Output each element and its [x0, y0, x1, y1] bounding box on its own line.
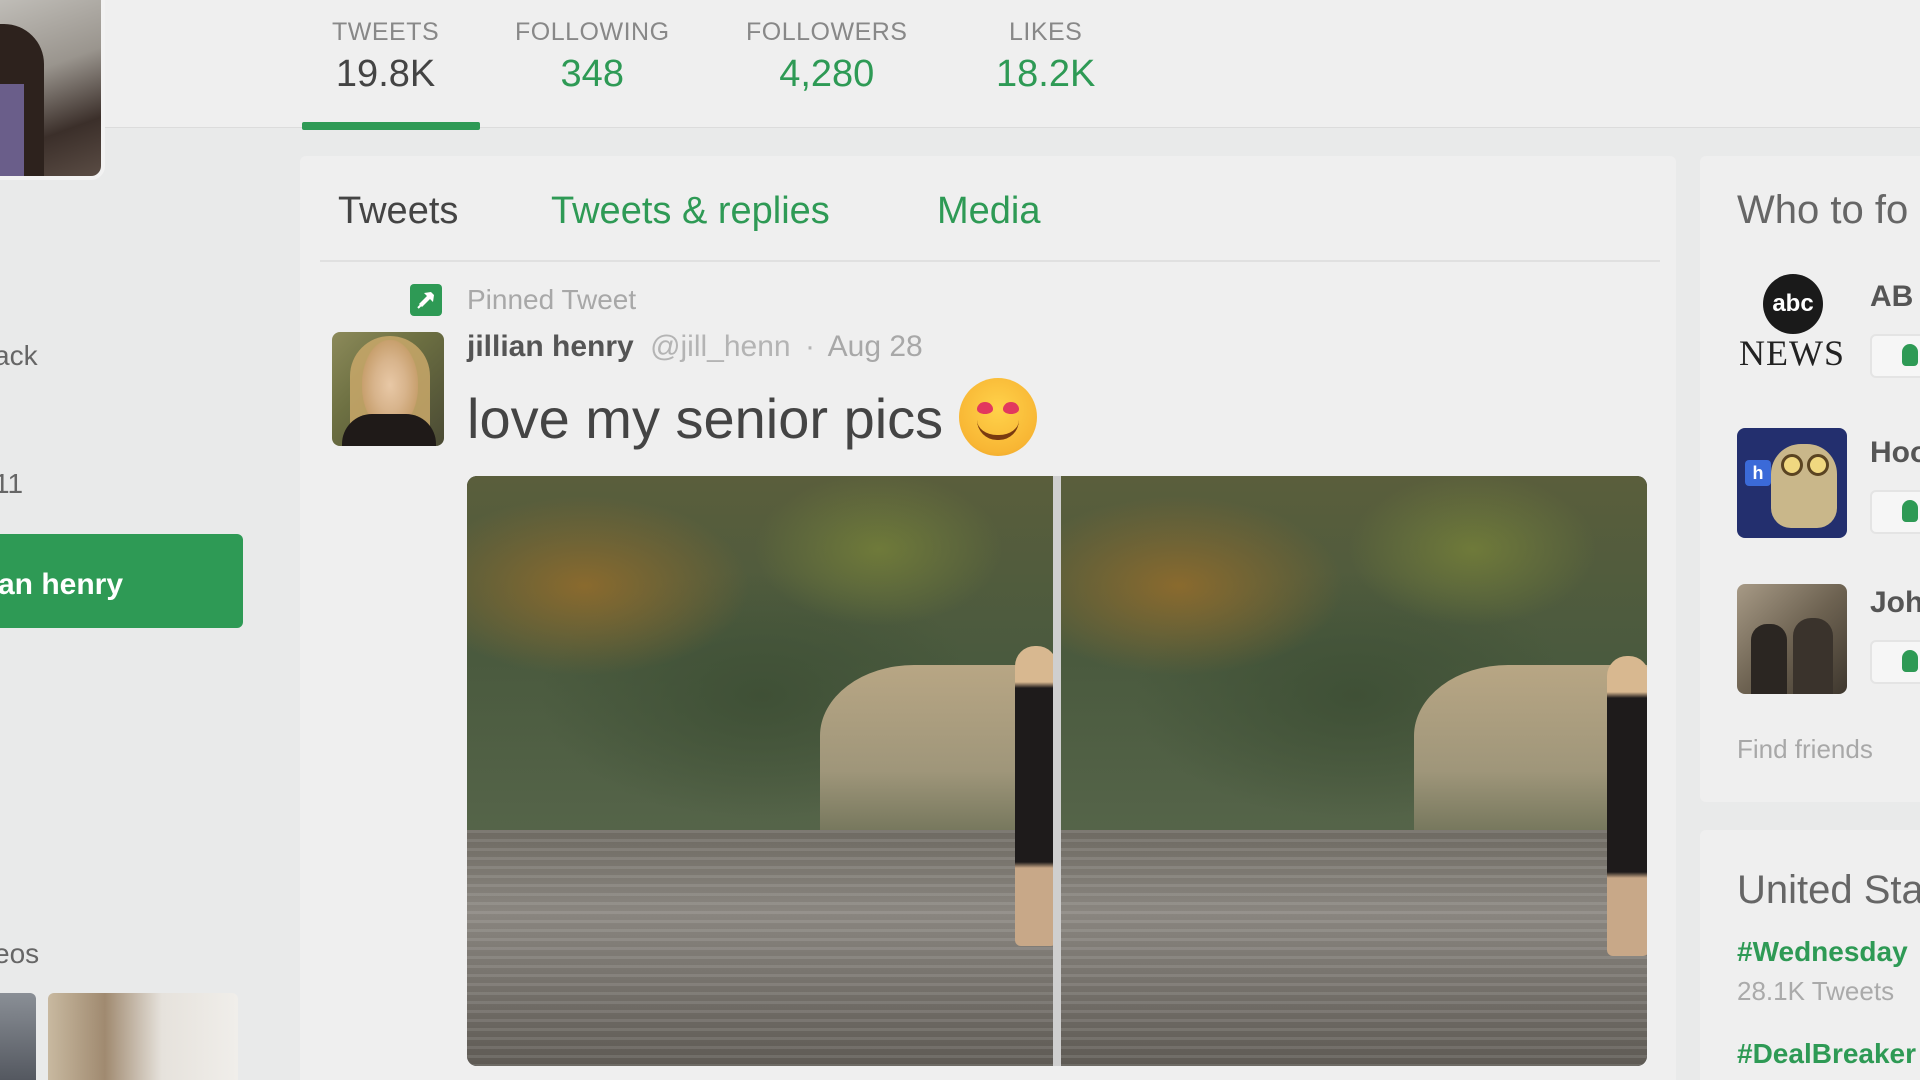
who-to-follow-title: Who to fo [1737, 188, 1909, 232]
trend-count: 28.1K Tweets [1737, 976, 1895, 1006]
trends-title: United Sta [1737, 868, 1920, 912]
stat-tweets[interactable]: TWEETS 19.8K [332, 18, 439, 96]
stat-likes-value: 18.2K [996, 53, 1096, 95]
media-thumbnail[interactable] [48, 993, 238, 1080]
pinned-tweet-label: Pinned Tweet [467, 284, 637, 315]
header-separator: · [804, 330, 815, 363]
stat-followers-value: 4,280 [779, 53, 875, 95]
stat-following-value: 348 [560, 53, 624, 95]
tab-tweets[interactable]: Tweets [338, 190, 458, 233]
stat-following-label: FOLLOWING [515, 18, 670, 46]
follow-person-icon [1902, 650, 1918, 672]
tweet-date[interactable]: Aug 28 [828, 330, 923, 363]
stat-followers-label: FOLLOWERS [746, 18, 908, 46]
tab-tweets-replies[interactable]: Tweets & replies [551, 190, 830, 233]
tweet-body: love my senior pics [467, 378, 1038, 462]
photo-divider [1053, 476, 1061, 1066]
tweet-photo-2[interactable] [1061, 476, 1647, 1066]
stat-followers[interactable]: FOLLOWERS 4,280 [746, 18, 907, 96]
profile-name-button[interactable]: an henry [0, 534, 243, 628]
trend-item[interactable]: #DealBreaker [1737, 1038, 1916, 1070]
profile-stats-bar: TWEETS 19.8K FOLLOWING 348 FOLLOWERS 4,2… [0, 0, 1920, 130]
stat-tweets-value: 19.8K [335, 53, 436, 95]
profile-avatar[interactable] [0, 0, 105, 180]
media-thumbnail[interactable] [0, 993, 36, 1080]
heart-eyes-emoji-icon [959, 378, 1038, 456]
pin-icon [410, 284, 442, 316]
tab-media[interactable]: Media [937, 190, 1041, 233]
hootsuite-owl-logo[interactable]: h [1737, 428, 1847, 538]
stat-tweets-label: TWEETS [332, 18, 440, 46]
profile-joined-fragment: 11 [0, 468, 24, 499]
tweet-media-gallery[interactable] [467, 476, 1647, 1066]
stat-following[interactable]: FOLLOWING 348 [515, 18, 670, 96]
find-friends-link[interactable]: Find friends [1737, 734, 1873, 765]
profile-location-fragment: ack [0, 340, 38, 371]
trend-item[interactable]: #Wednesday [1737, 936, 1908, 968]
wtf-account-name[interactable]: Joh [1870, 586, 1920, 620]
wtf-account-name[interactable]: AB [1870, 280, 1913, 314]
stat-likes[interactable]: LIKES 18.2K [996, 18, 1095, 96]
tweet-author-name[interactable]: jillian henry [467, 330, 634, 363]
follow-button[interactable] [1870, 490, 1920, 534]
tweet-author-avatar[interactable] [332, 332, 444, 446]
tweet-text: love my senior pics [467, 386, 944, 450]
stat-likes-label: LIKES [1008, 18, 1083, 46]
tweet-header: jillian henry @jill_henn · Aug 28 [467, 330, 923, 364]
follow-button[interactable] [1870, 640, 1920, 684]
hootsuite-h-icon: h [1745, 460, 1771, 486]
follow-person-icon [1902, 500, 1918, 522]
photos-videos-heading-fragment: eos [0, 938, 40, 969]
follow-button[interactable] [1870, 334, 1920, 378]
tweet-photo-1[interactable] [467, 476, 1055, 1066]
abc-news-logo[interactable]: abc NEWS [1737, 270, 1847, 380]
tweet-author-handle[interactable]: @jill_henn [650, 330, 791, 363]
follow-person-icon [1902, 344, 1918, 366]
tabs-divider [320, 260, 1660, 262]
abc-logo-news: NEWS [1739, 333, 1845, 373]
abc-logo-circle: abc [1763, 274, 1823, 334]
john-avatar[interactable] [1737, 584, 1847, 694]
active-stat-underline [302, 122, 480, 130]
wtf-account-name[interactable]: Hoo [1870, 436, 1920, 470]
